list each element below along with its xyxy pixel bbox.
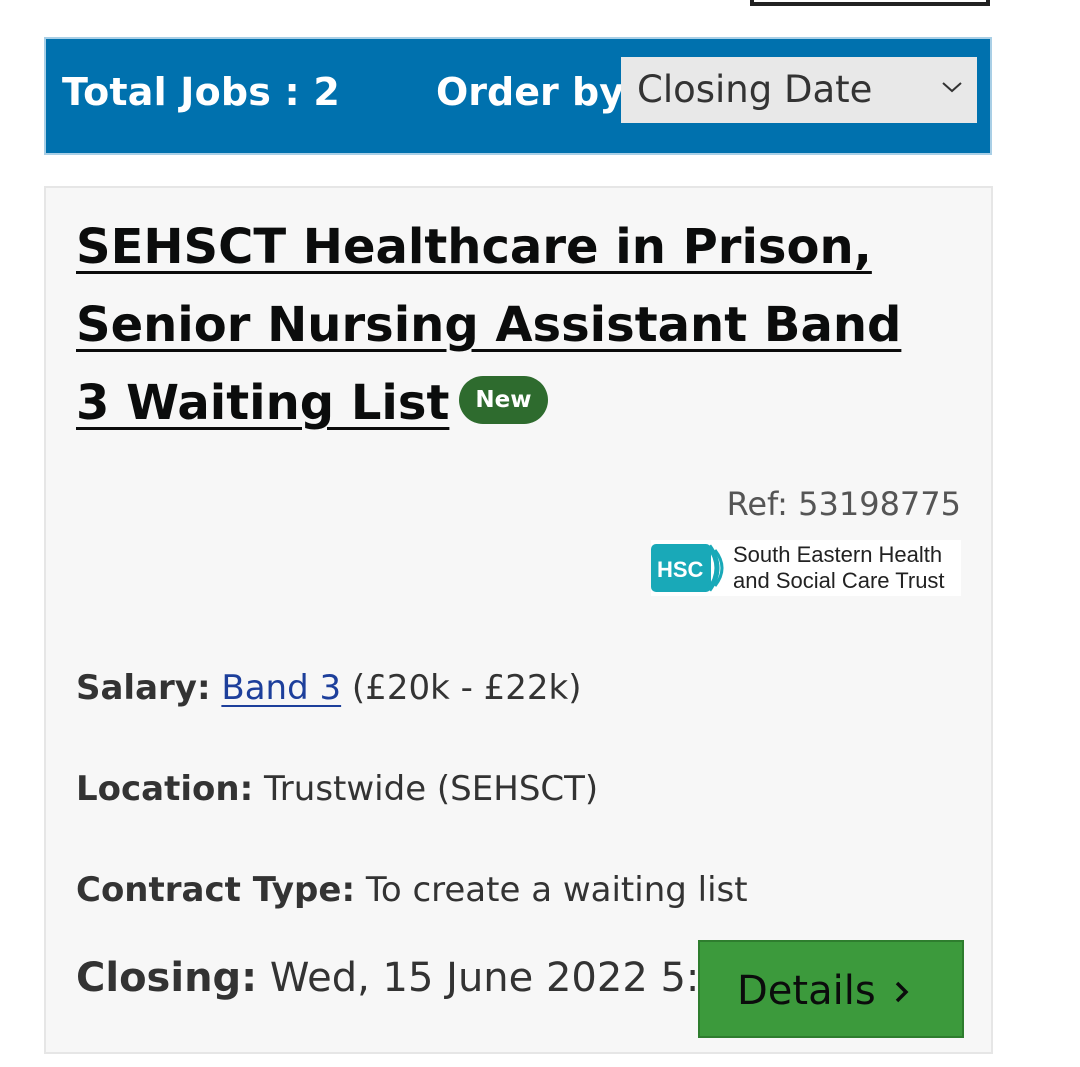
location-label: Location: <box>76 769 254 809</box>
results-bar: Total Jobs : 2 Order by: Closing Date <box>44 37 992 155</box>
details-label: Details <box>737 968 876 1014</box>
closing-row: Closing: Wed, 15 June 2022 5:30 P <box>76 953 787 1003</box>
job-card: SEHSCT Healthcare in Prison, Senior Nurs… <box>44 186 993 1054</box>
job-reference: Ref: 53198775 <box>726 485 961 523</box>
trust-name-line2: and Social Care Trust <box>733 568 945 593</box>
closing-label: Closing: <box>76 955 258 1001</box>
order-by-select[interactable]: Closing Date <box>621 57 977 123</box>
hsc-logo-icon: HSC <box>651 544 724 592</box>
location-value: Trustwide (SEHSCT) <box>264 769 599 809</box>
trust-logo: HSC South Eastern Health and Social Care… <box>651 540 961 596</box>
details-button[interactable]: Details <box>698 940 964 1038</box>
total-jobs: Total Jobs : 2 <box>62 70 341 114</box>
trust-name-line1: South Eastern Health <box>733 542 943 567</box>
contract-value: To create a waiting list <box>365 870 748 910</box>
new-badge: New <box>459 376 548 424</box>
order-by-value: Closing Date <box>637 68 873 111</box>
chevron-right-icon <box>895 981 909 1003</box>
salary-range: (£20k - £22k) <box>351 668 582 708</box>
contract-label: Contract Type: <box>76 870 356 910</box>
location-row: Location: Trustwide (SEHSCT) <box>76 767 598 811</box>
top-outline-box <box>750 0 990 6</box>
salary-label: Salary: <box>76 668 211 708</box>
trust-name: South Eastern Health and Social Care Tru… <box>733 542 945 594</box>
hsc-logo-mark: HSC <box>657 557 704 582</box>
salary-band-link[interactable]: Band 3 <box>221 668 341 708</box>
chevron-down-icon <box>942 82 962 93</box>
contract-row: Contract Type: To create a waiting list <box>76 868 748 912</box>
job-title: SEHSCT Healthcare in Prison, Senior Nurs… <box>76 208 936 442</box>
salary-row: Salary: Band 3 (£20k - £22k) <box>76 666 582 710</box>
order-by-label: Order by: <box>436 70 640 114</box>
